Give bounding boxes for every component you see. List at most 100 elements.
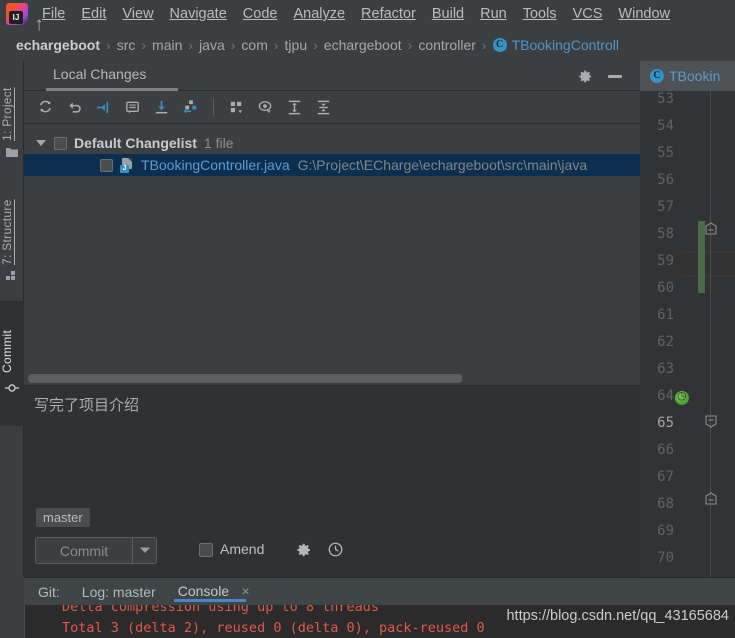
horizontal-scrollbar-thumb[interactable] xyxy=(28,374,462,383)
line-number: 70 xyxy=(657,550,674,566)
menu-label-navigate: Navigate xyxy=(169,6,227,22)
expand-all-icon[interactable] xyxy=(281,94,308,120)
line-number: 64 xyxy=(657,388,674,404)
java-file-icon: J xyxy=(120,157,135,173)
web-endpoint-icon[interactable] xyxy=(675,389,689,405)
sidebar-item-commit[interactable]: Commit xyxy=(0,311,24,373)
rollback-icon[interactable] xyxy=(61,94,88,120)
bottom-tool-bar: Git: Log: master Console × xyxy=(0,577,735,605)
line-number: 62 xyxy=(657,334,674,350)
shelve-changes-icon[interactable] xyxy=(177,94,204,120)
changelist-checkbox[interactable] xyxy=(54,136,67,150)
amend-checkbox[interactable] xyxy=(199,543,213,557)
editor-tab[interactable]: C TBookin xyxy=(640,61,735,91)
local-changes-tabbar: Local Changes xyxy=(24,61,640,91)
sidebar-label-structure: 7: Structure xyxy=(0,199,14,265)
fold-marker-icon[interactable] xyxy=(705,492,717,505)
line-number: 61 xyxy=(657,307,674,323)
menu-item-run[interactable]: Run xyxy=(472,4,515,24)
breadcrumb-item-com[interactable]: com xyxy=(241,37,267,53)
line-number: 66 xyxy=(657,442,674,458)
branch-badge: master xyxy=(36,508,90,527)
menu-label-tools: Tools xyxy=(522,6,557,22)
update-project-icon[interactable] xyxy=(148,94,175,120)
breadcrumb-item-class[interactable]: TBookingControll xyxy=(512,37,619,53)
menu-item-window[interactable]: Window xyxy=(610,4,678,24)
menu-item-tools[interactable]: Tools xyxy=(515,4,565,24)
watermark: https://blog.csdn.net/qq_43165684 xyxy=(506,608,729,624)
amend-label: Amend xyxy=(220,541,265,557)
file-name: TBookingController.java xyxy=(141,157,290,173)
gear-icon[interactable] xyxy=(296,542,312,563)
tab-console[interactable]: Console xyxy=(178,583,229,599)
breadcrumb-item-controller[interactable]: controller xyxy=(418,37,476,53)
close-icon[interactable]: × xyxy=(242,583,250,599)
change-marker-bar[interactable] xyxy=(698,221,705,293)
editor-gutter: 53 54 55 56 57 58 59 60 61 62 63 64 65 6… xyxy=(640,91,735,593)
chevron-down-icon[interactable] xyxy=(132,537,157,564)
git-tool-window-header: Git: Log: master Console × xyxy=(24,577,735,605)
breadcrumb: echargeboot › src › main › java › com › … xyxy=(0,28,735,61)
breadcrumb-item-project[interactable]: echargeboot xyxy=(16,37,100,53)
commit-icon xyxy=(5,381,19,395)
commit-button[interactable]: Commit xyxy=(35,537,132,564)
menu-item-navigate[interactable]: Navigate xyxy=(162,4,235,24)
collapse-all-icon[interactable] xyxy=(310,94,337,120)
menu-item-analyze[interactable]: Analyze xyxy=(285,4,353,24)
sidebar-item-structure[interactable]: 7: Structure xyxy=(0,171,24,265)
gear-icon[interactable] xyxy=(578,69,593,84)
breadcrumb-item-echargeboot[interactable]: echargeboot xyxy=(324,37,402,53)
horizontal-scrollbar[interactable] xyxy=(24,371,640,385)
menu-item-build[interactable]: Build xyxy=(424,4,472,24)
annotate-icon[interactable] xyxy=(119,94,146,120)
menu-item-refactor[interactable]: Refactor xyxy=(353,4,424,24)
menu-label-run: Run xyxy=(480,6,507,22)
current-line-highlight xyxy=(682,252,735,276)
clock-icon[interactable] xyxy=(327,541,344,563)
sidebar-item-project[interactable]: 1: Project xyxy=(0,67,24,141)
fold-marker-icon[interactable] xyxy=(705,222,717,235)
intellij-idea-logo-icon xyxy=(6,3,28,25)
menu-item-code[interactable]: Code xyxy=(235,4,286,24)
tab-log-master[interactable]: Log: master xyxy=(82,584,156,600)
toolbar-separator xyxy=(213,98,214,116)
show-diff-icon[interactable] xyxy=(90,94,117,120)
menu-label-edit: Edit xyxy=(81,6,107,22)
minimize-icon[interactable] xyxy=(608,75,622,78)
refresh-icon[interactable] xyxy=(32,94,59,120)
arrow-up-icon[interactable]: ↑ xyxy=(30,15,48,34)
breadcrumb-separator: › xyxy=(188,36,194,53)
line-number: 57 xyxy=(657,199,674,215)
menu-item-vcs[interactable]: VCS xyxy=(565,4,611,24)
fold-marker-icon[interactable] xyxy=(705,415,717,428)
file-checkbox[interactable] xyxy=(100,158,113,172)
breadcrumb-item-src[interactable]: src xyxy=(117,37,136,53)
menu-item-edit[interactable]: Edit xyxy=(73,4,114,24)
breadcrumb-item-java[interactable]: java xyxy=(199,37,225,53)
line-number: 60 xyxy=(657,280,674,296)
commit-controls: master Commit Amend xyxy=(24,505,640,577)
console-line: Delta compression using up to 8 threads xyxy=(62,605,379,615)
commit-message-input[interactable]: 写完了项目介绍 xyxy=(24,385,640,505)
menu-item-view[interactable]: View xyxy=(114,4,161,24)
editor-pane: C TBookin 53 54 55 56 57 58 59 60 61 62 … xyxy=(640,61,735,593)
menu-label-build: Build xyxy=(431,6,465,22)
structure-icon xyxy=(5,269,19,283)
tab-console-underline xyxy=(173,598,246,602)
triangle-down-icon[interactable] xyxy=(36,140,46,146)
breadcrumb-item-tjpu[interactable]: tjpu xyxy=(285,37,308,53)
breadcrumb-separator: › xyxy=(141,36,147,53)
table-row[interactable]: J TBookingController.java G:\Project\ECh… xyxy=(24,154,640,176)
menu-label-analyze: Analyze xyxy=(293,6,346,22)
local-changes-toolbar xyxy=(24,91,640,124)
breadcrumb-item-main[interactable]: main xyxy=(152,37,182,53)
tab-local-changes[interactable]: Local Changes xyxy=(43,63,156,91)
line-number: 53 xyxy=(657,91,674,107)
console-gutter-line xyxy=(24,605,25,638)
preview-diff-icon[interactable] xyxy=(252,94,279,120)
changelist-row[interactable]: Default Changelist 1 file xyxy=(24,132,640,154)
menu-label-vcs: VCS xyxy=(572,6,603,22)
group-by-icon[interactable] xyxy=(223,94,250,120)
breadcrumb-separator: › xyxy=(273,36,279,53)
line-number: 63 xyxy=(657,361,674,377)
